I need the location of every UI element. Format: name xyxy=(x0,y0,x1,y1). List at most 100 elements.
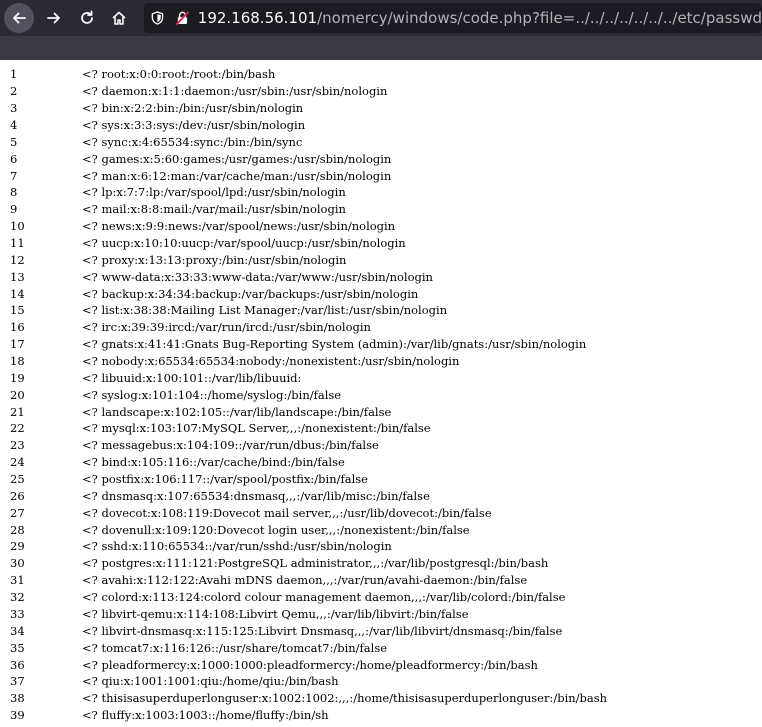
list-item: 25 <? postfix:x:106:117::/var/spool/postf… xyxy=(0,471,762,488)
back-arrow-icon[interactable] xyxy=(4,3,34,33)
line-text: <? postgres:x:111:121:PostgreSQL adminis… xyxy=(82,556,549,571)
line-number: 30 xyxy=(10,556,25,571)
list-item: 22 <? mysql:x:103:107:MySQL Server,,,:/no… xyxy=(0,420,762,437)
list-item: 10 <? news:x:9:9:news:/var/spool/news:/us… xyxy=(0,218,762,235)
line-text: <? mysql:x:103:107:MySQL Server,,,:/none… xyxy=(82,421,431,436)
line-number: 37 xyxy=(10,674,25,689)
home-icon[interactable] xyxy=(104,3,134,33)
line-text: <? news:x:9:9:news:/var/spool/news:/usr/… xyxy=(82,219,396,234)
line-text: <? bin:x:2:2:bin:/bin:/usr/sbin/nologin xyxy=(82,101,304,116)
line-number: 32 xyxy=(10,590,25,605)
list-item: 2 <? daemon:x:1:1:daemon:/usr/sbin:/usr/s… xyxy=(0,83,762,100)
line-number: 34 xyxy=(10,623,25,638)
line-number: 14 xyxy=(10,286,25,301)
line-text: <? landscape:x:102:105::/var/lib/landsca… xyxy=(82,404,392,419)
line-number: 22 xyxy=(10,421,25,436)
line-text: <? gnats:x:41:41:Gnats Bug-Reporting Sys… xyxy=(82,337,587,352)
line-number: 35 xyxy=(10,640,25,655)
list-item: 23 <? messagebus:x:104:109::/var/run/dbus… xyxy=(0,437,762,454)
list-item: 14 <? backup:x:34:34:backup:/var/backups:… xyxy=(0,285,762,302)
list-item: 18 <? nobody:x:65534:65534:nobody:/nonexi… xyxy=(0,353,762,370)
line-number: 11 xyxy=(10,236,25,251)
list-item: 6 <? games:x:5:60:games:/usr/games:/usr/s… xyxy=(0,150,762,167)
line-text: <? irc:x:39:39:ircd:/var/run/ircd:/usr/s… xyxy=(82,320,371,335)
line-number: 2 xyxy=(10,84,18,99)
line-text: <? proxy:x:13:13:proxy:/bin:/usr/sbin/no… xyxy=(82,252,347,267)
line-number: 31 xyxy=(10,573,25,588)
line-text: <? sync:x:4:65534:sync:/bin:/bin/sync xyxy=(82,134,303,149)
list-item: 27 <? dovecot:x:108:119:Dovecot mail serv… xyxy=(0,504,762,521)
reload-icon[interactable] xyxy=(72,3,102,33)
line-text: <? messagebus:x:104:109::/var/run/dbus:/… xyxy=(82,438,379,453)
line-text: <? daemon:x:1:1:daemon:/usr/sbin:/usr/sb… xyxy=(82,84,388,99)
list-item: 7 <? man:x:6:12:man:/var/cache/man:/usr/s… xyxy=(0,167,762,184)
line-text: <? libuuid:x:100:101::/var/lib/libuuid: xyxy=(82,370,302,385)
list-item: 17 <? gnats:x:41:41:Gnats Bug-Reporting S… xyxy=(0,336,762,353)
line-number: 10 xyxy=(10,219,25,234)
list-item: 36 <? pleadformercy:x:1000:1000:pleadform… xyxy=(0,656,762,673)
list-item: 26 <? dnsmasq:x:107:65534:dnsmasq,,,:/var… xyxy=(0,487,762,504)
line-text: <? lp:x:7:7:lp:/var/spool/lpd:/usr/sbin/… xyxy=(82,185,346,200)
line-number: 1 xyxy=(10,67,18,82)
line-number: 13 xyxy=(10,269,25,284)
line-number: 39 xyxy=(10,708,25,723)
list-item: 20 <? syslog:x:101:104::/home/syslog:/bin… xyxy=(0,386,762,403)
browser-toolbar: 192.168.56.101/nomercy/windows/code.php?… xyxy=(0,0,762,36)
line-number: 26 xyxy=(10,488,25,503)
line-number: 38 xyxy=(10,691,25,706)
line-number: 19 xyxy=(10,370,25,385)
list-item: 5 <? sync:x:4:65534:sync:/bin:/bin/sync xyxy=(0,133,762,150)
line-number: 25 xyxy=(10,472,25,487)
line-number: 23 xyxy=(10,438,25,453)
list-item: 24 <? bind:x:105:116::/var/cache/bind:/bi… xyxy=(0,454,762,471)
list-item: 34 <? libvirt-dnsmasq:x:115:125:Libvirt D… xyxy=(0,622,762,639)
line-text: <? sys:x:3:3:sys:/dev:/usr/sbin/nologin xyxy=(82,118,306,132)
line-text: <? syslog:x:101:104::/home/syslog:/bin/f… xyxy=(82,387,342,402)
url-host: 192.168.56.101 xyxy=(197,9,318,27)
line-number: 15 xyxy=(10,303,25,318)
line-number: 18 xyxy=(10,354,25,369)
list-item: 21 <? landscape:x:102:105::/var/lib/lands… xyxy=(0,403,762,420)
list-item: 29 <? sshd:x:110:65534::/var/run/sshd:/us… xyxy=(0,538,762,555)
line-number: 21 xyxy=(10,404,25,419)
line-text: <? postfix:x:106:117::/var/spool/postfix… xyxy=(82,472,368,487)
list-item: 37 <? qiu:x:1001:1001:qiu:/home/qiu:/bin/… xyxy=(0,673,762,690)
line-text: <? tomcat7:x:116:126::/usr/share/tomcat7… xyxy=(82,640,388,655)
line-text: <? dnsmasq:x:107:65534:dnsmasq,,,:/var/l… xyxy=(82,488,430,503)
line-number: 27 xyxy=(10,505,25,520)
list-item: 31 <? avahi:x:112:122:Avahi mDNS daemon,,… xyxy=(0,572,762,589)
forward-arrow-icon[interactable] xyxy=(39,3,69,33)
line-number: 20 xyxy=(10,387,25,402)
insecure-lock-icon[interactable] xyxy=(175,10,190,26)
toolbar-strip xyxy=(0,36,762,60)
list-item: 11 <? uucp:x:10:10:uucp:/var/spool/uucp:/… xyxy=(0,235,762,252)
shield-icon[interactable] xyxy=(150,10,165,26)
line-number: 12 xyxy=(10,252,25,267)
line-text: <? qiu:x:1001:1001:qiu:/home/qiu:/bin/ba… xyxy=(82,674,339,689)
line-text: <? dovenull:x:109:120:Dovecot login user… xyxy=(82,522,470,537)
line-number: 28 xyxy=(10,522,25,537)
line-text: <? pleadformercy:x:1000:1000:pleadformer… xyxy=(82,657,538,672)
list-item: 1 <? root:x:0:0:root:/root:/bin/bash xyxy=(0,66,762,83)
list-item: 16 <? irc:x:39:39:ircd:/var/run/ircd:/usr… xyxy=(0,319,762,336)
line-text: <? colord:x:113:124:colord colour manage… xyxy=(82,590,566,605)
line-text: <? nobody:x:65534:65534:nobody:/nonexist… xyxy=(82,354,460,369)
list-item: 39 <? fluffy:x:1003:1003::/home/fluffy:/b… xyxy=(0,707,762,724)
list-item: 30 <? postgres:x:111:121:PostgreSQL admin… xyxy=(0,555,762,572)
line-text: <? list:x:38:38:Mailing List Manager:/va… xyxy=(82,303,448,318)
line-text: <? man:x:6:12:man:/var/cache/man:/usr/sb… xyxy=(82,168,392,183)
line-text: <? dovecot:x:108:119:Dovecot mail server… xyxy=(82,505,492,520)
line-number: 3 xyxy=(10,101,18,116)
line-number: 4 xyxy=(10,118,18,132)
address-bar[interactable]: 192.168.56.101/nomercy/windows/code.php?… xyxy=(144,3,762,33)
list-item: 12 <? proxy:x:13:13:proxy:/bin:/usr/sbin/… xyxy=(0,251,762,268)
line-text: <? avahi:x:112:122:Avahi mDNS daemon,,,:… xyxy=(82,573,528,588)
line-text: <? games:x:5:60:games:/usr/games:/usr/sb… xyxy=(82,151,392,166)
list-item: 32 <? colord:x:113:124:colord colour mana… xyxy=(0,589,762,606)
line-number: 5 xyxy=(10,134,18,149)
line-text: <? sshd:x:110:65534::/var/run/sshd:/usr/… xyxy=(82,539,392,554)
line-text: <? libvirt-qemu:x:114:108:Libvirt Qemu,,… xyxy=(82,606,469,621)
line-text: <? mail:x:8:8:mail:/var/mail:/usr/sbin/n… xyxy=(82,202,346,217)
line-text: <? uucp:x:10:10:uucp:/var/spool/uucp:/us… xyxy=(82,236,406,251)
line-text: <? thisisasuperduperlonguser:x:1002:1002… xyxy=(82,691,608,706)
